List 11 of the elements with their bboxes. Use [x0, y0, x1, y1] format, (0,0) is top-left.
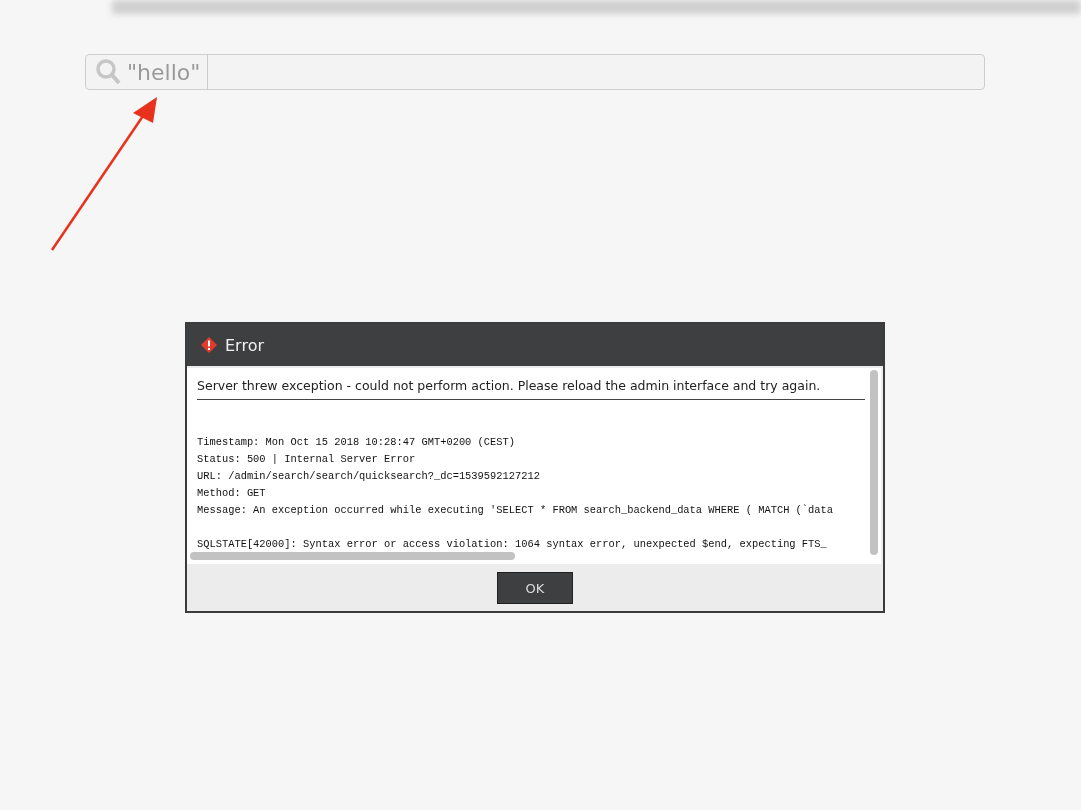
- sql-error: SQLSTATE[42000]: Syntax error or access violation: 1064 syntax error, unexpected $end, expecting FTS_: [197, 537, 828, 552]
- search-icon: [95, 58, 121, 86]
- horizontal-scrollbar[interactable]: [190, 552, 515, 560]
- error-details: Timestamp: Mon Oct 15 2018 10:28:47 GMT+0200 (CEST) Status: 500 | Internal Server Error URL: /admin/search/search/quicksearch?_dc=1539592127212 Method: GET Message: An exception occurred while executing 'SELECT * FROM search_backend_data WHERE ( MATCH (`data: [197, 435, 834, 518]
- search-bar[interactable]: "hello": [85, 54, 985, 90]
- dialog-title: Error: [225, 335, 264, 355]
- vertical-scrollbar[interactable]: [870, 370, 878, 555]
- ok-button[interactable]: OK: [497, 572, 573, 604]
- search-input[interactable]: "hello": [127, 55, 208, 89]
- error-icon: [201, 337, 217, 353]
- error-summary: Server threw exception - could not perform action. Please reload the admin interface and try again.: [197, 378, 865, 400]
